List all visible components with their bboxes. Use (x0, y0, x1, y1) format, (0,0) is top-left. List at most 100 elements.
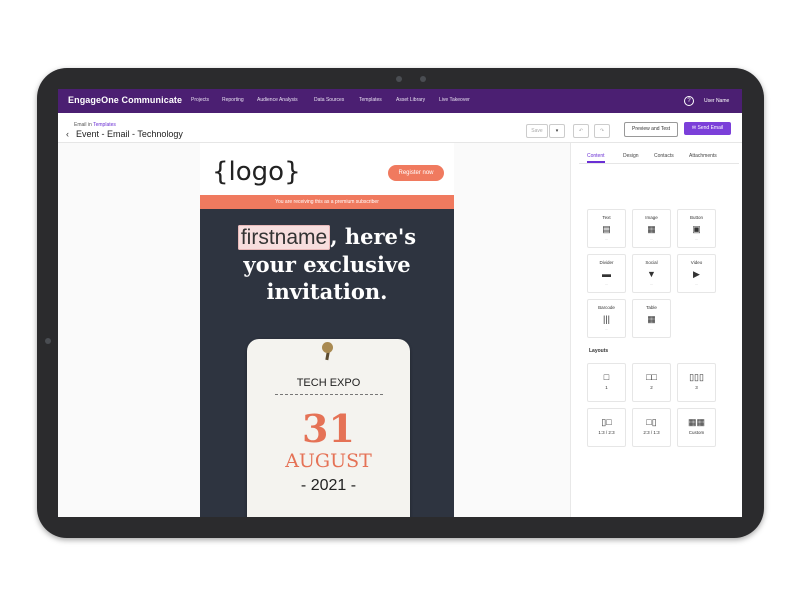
layout-2-3-icon: □▯ (646, 417, 657, 427)
layout-2-icon: □□ (646, 372, 657, 382)
tab-design[interactable]: Design (623, 153, 639, 159)
video-icon: ▶ (693, 269, 700, 279)
send-email-label: Send Email (697, 125, 724, 131)
breadcrumb-link-templates[interactable]: Templates (93, 122, 116, 128)
camera-dot (420, 76, 426, 82)
layout-1-icon: □ (603, 372, 610, 382)
content-block-divider[interactable]: Divider ▬ ··· (587, 254, 626, 293)
ticket-day: 31 (302, 406, 355, 451)
panel-tabs: Content Design Contacts Attachments (579, 147, 739, 164)
block-label: Social (645, 260, 658, 265)
user-menu[interactable]: User Name (704, 98, 729, 104)
preview-and-test-button[interactable]: Preview and Test (624, 122, 678, 137)
content-block-table[interactable]: Table ▦ ··· (632, 299, 671, 338)
email-logo-placeholder[interactable]: {logo} (212, 157, 301, 187)
content-block-barcode[interactable]: Barcode ||| ··· (587, 299, 626, 338)
content-block-button[interactable]: Button ▣ ··· (677, 209, 716, 248)
nav-item-live-takeover[interactable]: Live Takeover (439, 97, 470, 103)
layout-label: 1:3 / 2:3 (598, 430, 615, 435)
chevron-left-icon[interactable]: ‹ (66, 129, 69, 139)
nav-item-audience-analysis[interactable]: Audience Analysis (257, 97, 298, 103)
top-navigation: EngageOne Communicate Projects Reporting… (58, 89, 742, 113)
personalization-field[interactable]: firstname (237, 225, 331, 250)
content-block-social[interactable]: Social ▼ ··· (632, 254, 671, 293)
drag-hint: ··· (649, 238, 654, 242)
block-label: Barcode (598, 305, 615, 310)
brand-logo[interactable]: EngageOne Communicate (68, 95, 182, 105)
right-panel: Content Design Contacts Attachments Text… (570, 143, 742, 517)
layout-1-3-icon: ▯□ (601, 417, 612, 427)
drag-hint: ··· (649, 283, 654, 287)
drag-hint: ··· (604, 238, 609, 242)
layout-custom-icon: ▦▦ (687, 417, 705, 427)
drag-hint: ··· (604, 283, 609, 287)
save-button[interactable]: Save (526, 124, 548, 138)
layout-2-3-1-3[interactable]: □▯ 2:3 / 1:3 (632, 408, 671, 447)
nav-item-projects[interactable]: Projects (191, 97, 209, 103)
layouts-heading: Layouts (589, 348, 609, 354)
redo-icon[interactable]: ↷ (594, 124, 610, 138)
email-preview: {logo} Register now You are receiving th… (200, 143, 454, 517)
editor-canvas: {logo} Register now You are receiving th… (58, 143, 570, 517)
layout-label: 1 (605, 385, 608, 390)
register-now-button[interactable]: Register now (388, 165, 444, 181)
layout-custom[interactable]: ▦▦ Custom (677, 408, 716, 447)
block-label: Divider (599, 260, 614, 265)
nav-item-asset-library[interactable]: Asset Library (396, 97, 425, 103)
pin-shadow (325, 351, 330, 361)
breadcrumb-prefix: Email in (74, 122, 92, 128)
pin-icon (322, 342, 333, 353)
headline-line-3: invitation. (266, 279, 388, 304)
block-label: Text (602, 215, 611, 220)
hero-headline[interactable]: firstname, here's your exclusive invitat… (200, 223, 454, 305)
block-label: Table (646, 305, 657, 310)
barcode-icon: ||| (602, 314, 610, 324)
drag-hint: ··· (694, 283, 699, 287)
button-icon: ▣ (692, 224, 701, 234)
drag-hint: ··· (649, 328, 654, 332)
ticket-title: TECH EXPO (296, 377, 361, 389)
hero-section[interactable]: firstname, here's your exclusive invitat… (200, 209, 454, 517)
nav-item-data-sources[interactable]: Data Sources (314, 97, 344, 103)
tab-contacts[interactable]: Contacts (654, 153, 674, 159)
table-icon: ▦ (647, 314, 656, 324)
layout-3-icon: ▯▯▯ (689, 372, 704, 382)
block-label: Video (690, 260, 703, 265)
ticket-divider (275, 394, 383, 395)
image-icon: ▦ (647, 224, 656, 234)
breadcrumb: Email in Templates (74, 122, 116, 128)
drag-hint: ··· (694, 238, 699, 242)
tab-content[interactable]: Content (587, 153, 605, 163)
camera-dot (396, 76, 402, 82)
premium-subscriber-banner[interactable]: You are receiving this as a premium subs… (200, 195, 454, 209)
layout-label: 2:3 / 1:3 (643, 430, 660, 435)
help-icon[interactable]: ? (684, 96, 694, 106)
layout-1-column[interactable]: □ 1 (587, 363, 626, 402)
layout-3-column[interactable]: ▯▯▯ 3 (677, 363, 716, 402)
ticket-year: - 2021 - (300, 477, 357, 494)
block-label: Button (689, 215, 703, 220)
layout-label: 3 (695, 385, 698, 390)
nav-item-reporting[interactable]: Reporting (222, 97, 244, 103)
event-ticket-image[interactable]: TECH EXPO 31 AUGUST - 2021 - (247, 339, 410, 517)
layout-label: 2 (650, 385, 653, 390)
layout-1-3-2-3[interactable]: ▯□ 1:3 / 2:3 (587, 408, 626, 447)
divider-icon: ▬ (602, 269, 611, 279)
content-block-video[interactable]: Video ▶ ··· (677, 254, 716, 293)
app-screen: EngageOne Communicate Projects Reporting… (58, 89, 742, 517)
nav-item-templates[interactable]: Templates (359, 97, 382, 103)
camera-dot (45, 338, 51, 344)
layout-2-column[interactable]: □□ 2 (632, 363, 671, 402)
drag-hint: ··· (604, 328, 609, 332)
content-block-image[interactable]: Image ▦ ··· (632, 209, 671, 248)
page-title: Event - Email - Technology (76, 129, 183, 139)
save-dropdown-chevron-icon[interactable]: ▾ (549, 124, 565, 138)
layout-label: Custom (688, 430, 705, 435)
block-label: Image (645, 215, 658, 220)
envelope-icon: ✉ (691, 125, 697, 131)
send-email-button[interactable]: ✉ Send Email (684, 122, 731, 135)
ticket-month: AUGUST (285, 450, 372, 472)
tab-attachments[interactable]: Attachments (689, 153, 717, 159)
content-block-text[interactable]: Text ▤ ··· (587, 209, 626, 248)
undo-icon[interactable]: ↶ (573, 124, 589, 138)
